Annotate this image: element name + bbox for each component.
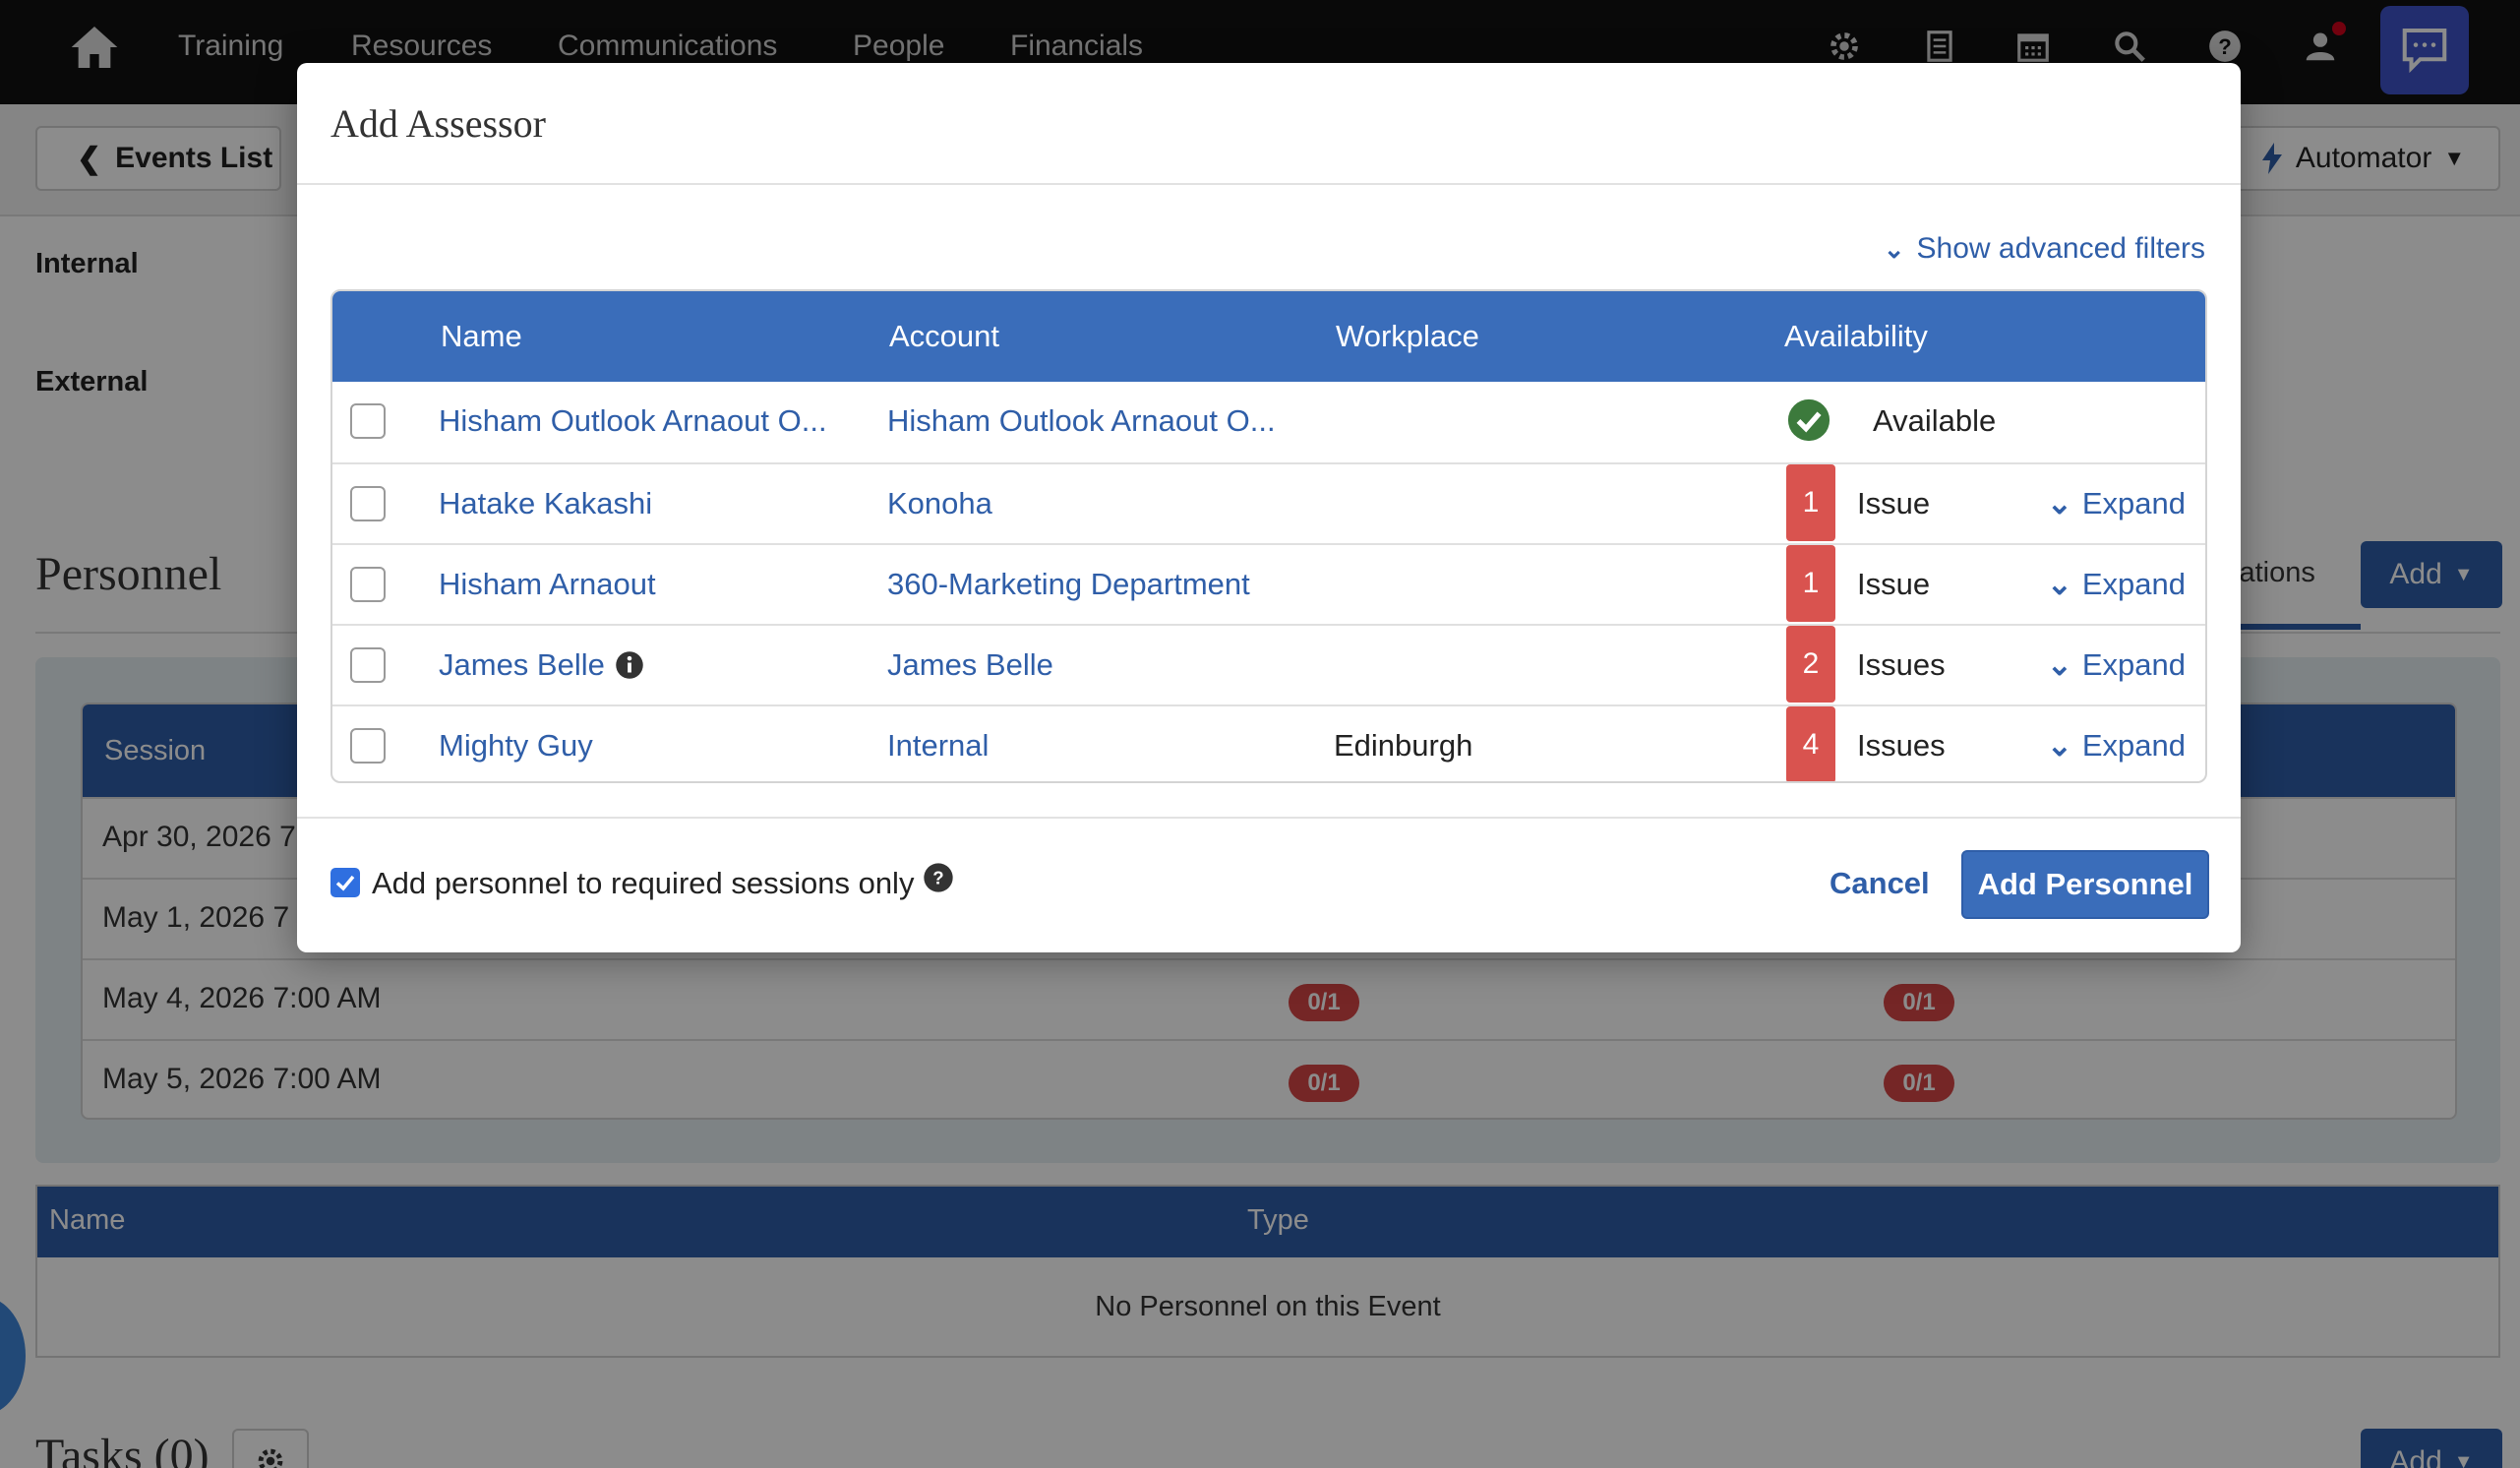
account-link[interactable]: Konoha (887, 486, 992, 521)
help-icon[interactable]: ? (923, 862, 954, 893)
required-sessions-checkbox[interactable] (330, 868, 360, 897)
add-assessor-modal: Add Assessor ⌄ Show advanced filters Nam… (297, 63, 2241, 952)
table-row: Hisham Arnaout 360-Marketing Department … (332, 543, 2205, 624)
col-availability[interactable]: Availability (1784, 319, 1928, 354)
check-circle-icon (1787, 398, 1830, 442)
col-workplace[interactable]: Workplace (1336, 319, 1479, 354)
info-icon[interactable] (615, 650, 644, 680)
workplace-value: Edinburgh (1334, 728, 1473, 763)
svg-text:?: ? (932, 868, 943, 888)
issue-count-badge: 1 (1786, 464, 1835, 541)
checkmark-icon (335, 875, 355, 891)
assessor-name-cell: James Belle (439, 647, 644, 683)
assessor-name-link[interactable]: Hisham Outlook Arnaout O... (439, 403, 827, 439)
table-row: Mighty Guy Internal Edinburgh 4 Issues ⌄… (332, 704, 2205, 781)
chevron-down-icon: ⌄ (1883, 233, 1905, 264)
expand-label: Expand (2081, 647, 2186, 682)
col-name[interactable]: Name (441, 319, 522, 354)
availability-status: Issues (1857, 647, 1946, 682)
modal-title: Add Assessor (330, 101, 546, 146)
assessor-table-header: Name Account Workplace Availability (332, 291, 2205, 382)
availability-status: Available (1873, 403, 1997, 438)
chevron-down-icon: ⌄ (2046, 486, 2072, 520)
chevron-down-icon: ⌄ (2046, 728, 2072, 763)
row-checkbox[interactable] (350, 567, 386, 602)
chevron-down-icon: ⌄ (2046, 567, 2072, 601)
assessor-name-link[interactable]: Mighty Guy (439, 728, 593, 764)
expand-label: Expand (2081, 486, 2186, 520)
assessor-name-link[interactable]: James Belle (439, 647, 605, 683)
chevron-down-icon: ⌄ (2046, 647, 2072, 682)
assessor-table: Name Account Workplace Availability Hish… (330, 289, 2207, 783)
table-row: Hatake Kakashi Konoha 1 Issue ⌄ Expand (332, 462, 2205, 543)
account-link[interactable]: Internal (887, 728, 989, 764)
issue-count-badge: 2 (1786, 626, 1835, 703)
account-link[interactable]: 360-Marketing Department (887, 567, 1250, 602)
expand-button[interactable]: ⌄ Expand (2047, 647, 2186, 683)
cancel-button[interactable]: Cancel (1830, 866, 1930, 901)
availability-status: Issue (1857, 567, 1931, 601)
assessor-name-link[interactable]: Hisham Arnaout (439, 567, 656, 602)
expand-button[interactable]: ⌄ Expand (2047, 567, 2186, 602)
table-row: James Belle James Belle 2 Issues ⌄ Expan… (332, 624, 2205, 704)
show-advanced-filters-link[interactable]: ⌄ Show advanced filters (1884, 232, 2205, 266)
modal-footer-divider (297, 817, 2241, 819)
expand-button[interactable]: ⌄ Expand (2047, 728, 2186, 764)
account-link[interactable]: James Belle (887, 647, 1053, 683)
assessor-name-link[interactable]: Hatake Kakashi (439, 486, 652, 521)
row-checkbox[interactable] (350, 403, 386, 439)
account-link[interactable]: Hisham Outlook Arnaout O... (887, 403, 1276, 439)
row-checkbox[interactable] (350, 728, 386, 764)
modal-header: Add Assessor (297, 63, 2241, 185)
expand-button[interactable]: ⌄ Expand (2047, 486, 2186, 521)
row-checkbox[interactable] (350, 486, 386, 521)
availability-status: Issues (1857, 728, 1946, 763)
row-checkbox[interactable] (350, 647, 386, 683)
expand-label: Expand (2081, 567, 2186, 601)
advanced-filters-label: Show advanced filters (1916, 232, 2206, 265)
expand-label: Expand (2081, 728, 2186, 763)
add-personnel-button[interactable]: Add Personnel (1961, 850, 2209, 919)
table-row: Hisham Outlook Arnaout O... Hisham Outlo… (332, 382, 2205, 462)
availability-status: Issue (1857, 486, 1931, 520)
issue-count-badge: 1 (1786, 545, 1835, 622)
required-sessions-label[interactable]: Add personnel to required sessions only (372, 866, 914, 901)
issue-count-badge: 4 (1786, 706, 1835, 781)
col-account[interactable]: Account (889, 319, 999, 354)
